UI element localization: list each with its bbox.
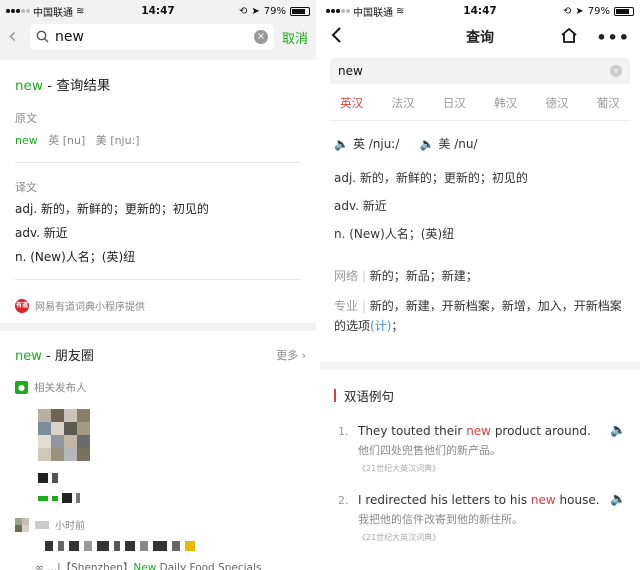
pronounce-us-button[interactable]: 🔈 美 /nu/ — [419, 135, 477, 152]
more-link[interactable]: 更多 › — [276, 347, 306, 363]
definition-adv: adv. 新近 — [15, 226, 68, 240]
example-source: 《21世纪大英汉词典》 — [358, 464, 441, 473]
speaker-icon[interactable]: 🔈 — [610, 492, 626, 543]
definition-n: n. (New)人名；(英)纽 — [334, 227, 455, 241]
speaker-icon[interactable]: 🔈 — [610, 423, 626, 474]
definition-n: n. (New)人名；(英)纽 — [15, 250, 136, 264]
divider — [15, 162, 301, 163]
title-accent-bar — [334, 389, 336, 402]
publisher-tag-mosaic — [38, 489, 316, 507]
more-options-icon[interactable]: ••• — [596, 28, 630, 47]
search-icon — [36, 28, 49, 47]
wifi-icon: ≋ — [76, 5, 85, 17]
original-word: new — [15, 134, 38, 147]
youdao-logo-icon: 有道 — [15, 298, 29, 313]
computing-tag-link[interactable]: (计) — [370, 319, 391, 333]
moments-title: new - 朋友圈 — [15, 349, 94, 364]
professional-meaning: 专业 | 新的，新建，开新档案，新增，加入，开新档案的选项(计)； — [334, 299, 622, 333]
tab-ko-zh[interactable]: 韩汉 — [494, 95, 517, 111]
pronounce-uk-button[interactable]: 🔈 英 /njuː/ — [334, 135, 399, 152]
wechat-search-panel: 中国联通 ≋ 14:47 ⟲ ➤ 79% ‹ × 取消 new — [0, 0, 316, 570]
post-text-mosaic — [45, 540, 316, 552]
phonetic-uk: 英 [nu] — [48, 134, 86, 147]
battery-icon — [614, 6, 634, 16]
publisher-avatar[interactable] — [38, 409, 90, 461]
carrier-label: 中国联通 — [33, 7, 73, 19]
example-chinese: 我把他的信件改寄到他的新住所。 — [358, 513, 523, 526]
query-input[interactable] — [338, 64, 610, 78]
definition-adv: adv. 新近 — [334, 199, 387, 213]
example-sentence: 2. I redirected his letters to his new h… — [338, 492, 627, 543]
back-arrow-icon[interactable] — [330, 26, 342, 48]
poster-avatar[interactable] — [15, 517, 29, 532]
carrier-label: 中国联通 — [353, 7, 393, 19]
clear-icon[interactable]: × — [253, 30, 268, 44]
definition-adj: adj. 新的，新鲜的；更新的；初见的 — [334, 171, 528, 185]
web-meaning: 网络 | 新的；新品；新建； — [334, 269, 478, 283]
divider — [15, 279, 301, 280]
search-input[interactable] — [55, 29, 248, 45]
location-icon: ➤ — [575, 5, 584, 17]
example-english: They touted their new product around. — [358, 424, 591, 438]
speaker-icon: 🔈 — [334, 137, 349, 151]
rotation-lock-icon: ⟲ — [562, 5, 572, 17]
example-source: 《21世纪大英汉词典》 — [358, 533, 441, 542]
section-separator — [320, 362, 640, 370]
dictionary-result-card[interactable]: new - 查询结果 原文 new 英 [nu] 美 [nju:] 译文 adj… — [0, 60, 316, 323]
language-tabs: 英汉 法汉 日汉 韩汉 德汉 葡汉 — [320, 88, 640, 118]
phonetics-row: 🔈 英 /njuː/ 🔈 美 /nu/ — [320, 123, 640, 164]
youdao-query-panel: 中国联通 ≋ 14:47 ⟲ ➤ 79% 查询 ••• new × 英汉 法汉 … — [320, 0, 640, 570]
status-bar: 中国联通 ≋ 14:47 ⟲ ➤ 79% — [320, 0, 640, 22]
post-link[interactable]: ∞ ...|【Shenzhen】New Daily Food Specials — [0, 552, 316, 570]
signal-icon — [6, 9, 30, 13]
clear-icon[interactable]: × — [610, 65, 622, 77]
nav-bar: 查询 ••• — [320, 22, 640, 52]
chevron-right-icon: › — [301, 348, 306, 362]
home-icon[interactable] — [560, 27, 578, 47]
status-bar: 中国联通 ≋ 14:47 ⟲ ➤ 79% — [0, 0, 316, 22]
definition-adj: adj. 新的，新鲜的；更新的；初见的 — [15, 202, 209, 216]
result-title: new - 查询结果 — [15, 78, 111, 94]
example-english: I redirected his letters to his new hous… — [358, 493, 600, 507]
translation-label: 译文 — [15, 181, 37, 194]
rotation-lock-icon: ⟲ — [238, 5, 248, 17]
tab-pt-zh[interactable]: 葡汉 — [597, 95, 620, 111]
related-publisher-row: ● 相关发布人 — [0, 374, 316, 401]
original-phonetics: new 英 [nu] 美 [nju:] — [0, 128, 316, 152]
tab-ja-zh[interactable]: 日汉 — [443, 95, 466, 111]
example-chinese: 他们四处兜售他们的新产品。 — [358, 444, 501, 457]
query-search-box[interactable]: × — [330, 58, 630, 84]
provider-text: 网易有道词典小程序提供 — [35, 302, 145, 313]
user-icon: ● — [15, 381, 28, 394]
tab-fr-zh[interactable]: 法汉 — [391, 95, 414, 111]
search-box[interactable]: × — [30, 24, 274, 50]
divider — [330, 120, 630, 121]
cancel-button[interactable]: 取消 — [282, 28, 308, 47]
moments-header: new - 朋友圈 更多 › — [0, 331, 316, 374]
tab-en-zh[interactable]: 英汉 — [340, 95, 363, 111]
post-time: 小时前 — [55, 521, 85, 532]
poster-name-mosaic — [35, 520, 49, 529]
publisher-name-mosaic — [38, 469, 316, 487]
back-chevron-icon[interactable]: ‹ — [8, 26, 22, 48]
provider-note: 有道 网易有道词典小程序提供 — [0, 290, 316, 323]
search-bar: ‹ × 取消 — [0, 22, 316, 52]
tab-de-zh[interactable]: 德汉 — [545, 95, 568, 111]
moments-card: new - 朋友圈 更多 › ● 相关发布人 小时前 ∞ ...|【Shenzh… — [0, 331, 316, 570]
phonetic-us: 美 [nju:] — [95, 134, 140, 147]
bilingual-section-title: 双语例句 — [320, 370, 640, 413]
example-sentence: 1. They touted their new product around.… — [338, 423, 627, 474]
location-icon: ➤ — [251, 5, 260, 17]
post-meta: 小时前 — [0, 507, 316, 534]
original-label: 原文 — [15, 112, 37, 125]
link-icon: ∞ — [35, 562, 44, 570]
wifi-icon: ≋ — [396, 5, 405, 17]
battery-percent: 79% — [263, 5, 286, 17]
signal-icon — [326, 9, 350, 13]
speaker-icon: 🔈 — [419, 137, 435, 151]
battery-icon — [290, 6, 310, 16]
battery-percent: 79% — [587, 5, 610, 17]
